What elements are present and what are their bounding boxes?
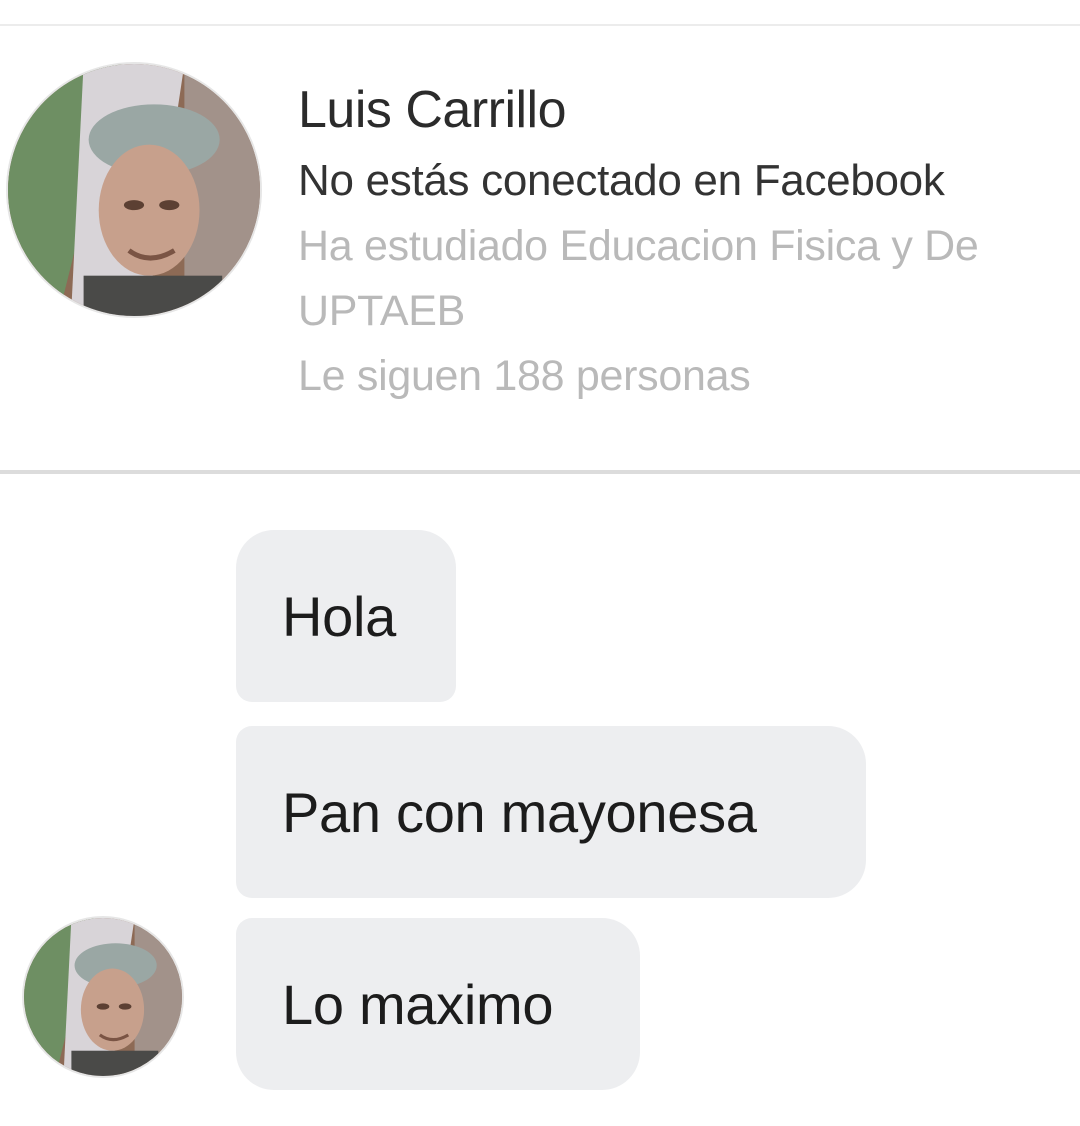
education-school: UPTAEB <box>298 287 466 335</box>
profile-info: Luis Carrillo No estás conectado en Face… <box>298 76 1080 409</box>
profile-photo-image <box>8 64 260 316</box>
messenger-conversation: Luis Carrillo No estás conectado en Face… <box>0 0 1080 1126</box>
message-bubble[interactable]: Lo maximo <box>236 918 640 1090</box>
education-line: Ha estudiado Educacion Fisica y De <box>298 222 979 270</box>
profile-header: Luis Carrillo No estás conectado en Face… <box>0 26 1080 472</box>
connection-status: No estás conectado en Facebook <box>298 156 945 205</box>
sender-avatar-icon[interactable] <box>24 918 182 1076</box>
message-bubble[interactable]: Pan con mayonesa <box>236 726 866 898</box>
message-text: Pan con mayonesa <box>282 780 757 844</box>
profile-name[interactable]: Luis Carrillo <box>298 76 1080 144</box>
message-bubble[interactable]: Hola <box>236 530 456 702</box>
sender-photo-image <box>24 918 182 1076</box>
message-text: Lo maximo <box>282 972 554 1036</box>
profile-photo-icon[interactable] <box>8 64 260 316</box>
followers-count: Le siguen 188 personas <box>298 352 751 400</box>
message-text: Hola <box>282 584 396 648</box>
